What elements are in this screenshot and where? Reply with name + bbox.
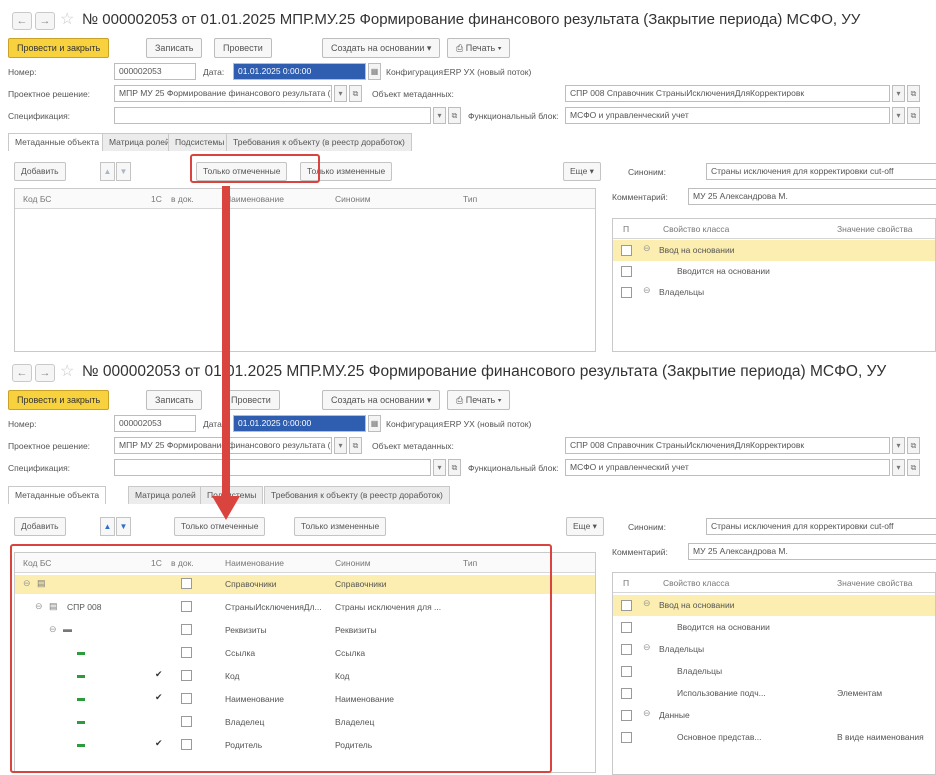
annotation-arrow-head xyxy=(212,496,240,520)
annotation-arrow xyxy=(212,186,240,520)
